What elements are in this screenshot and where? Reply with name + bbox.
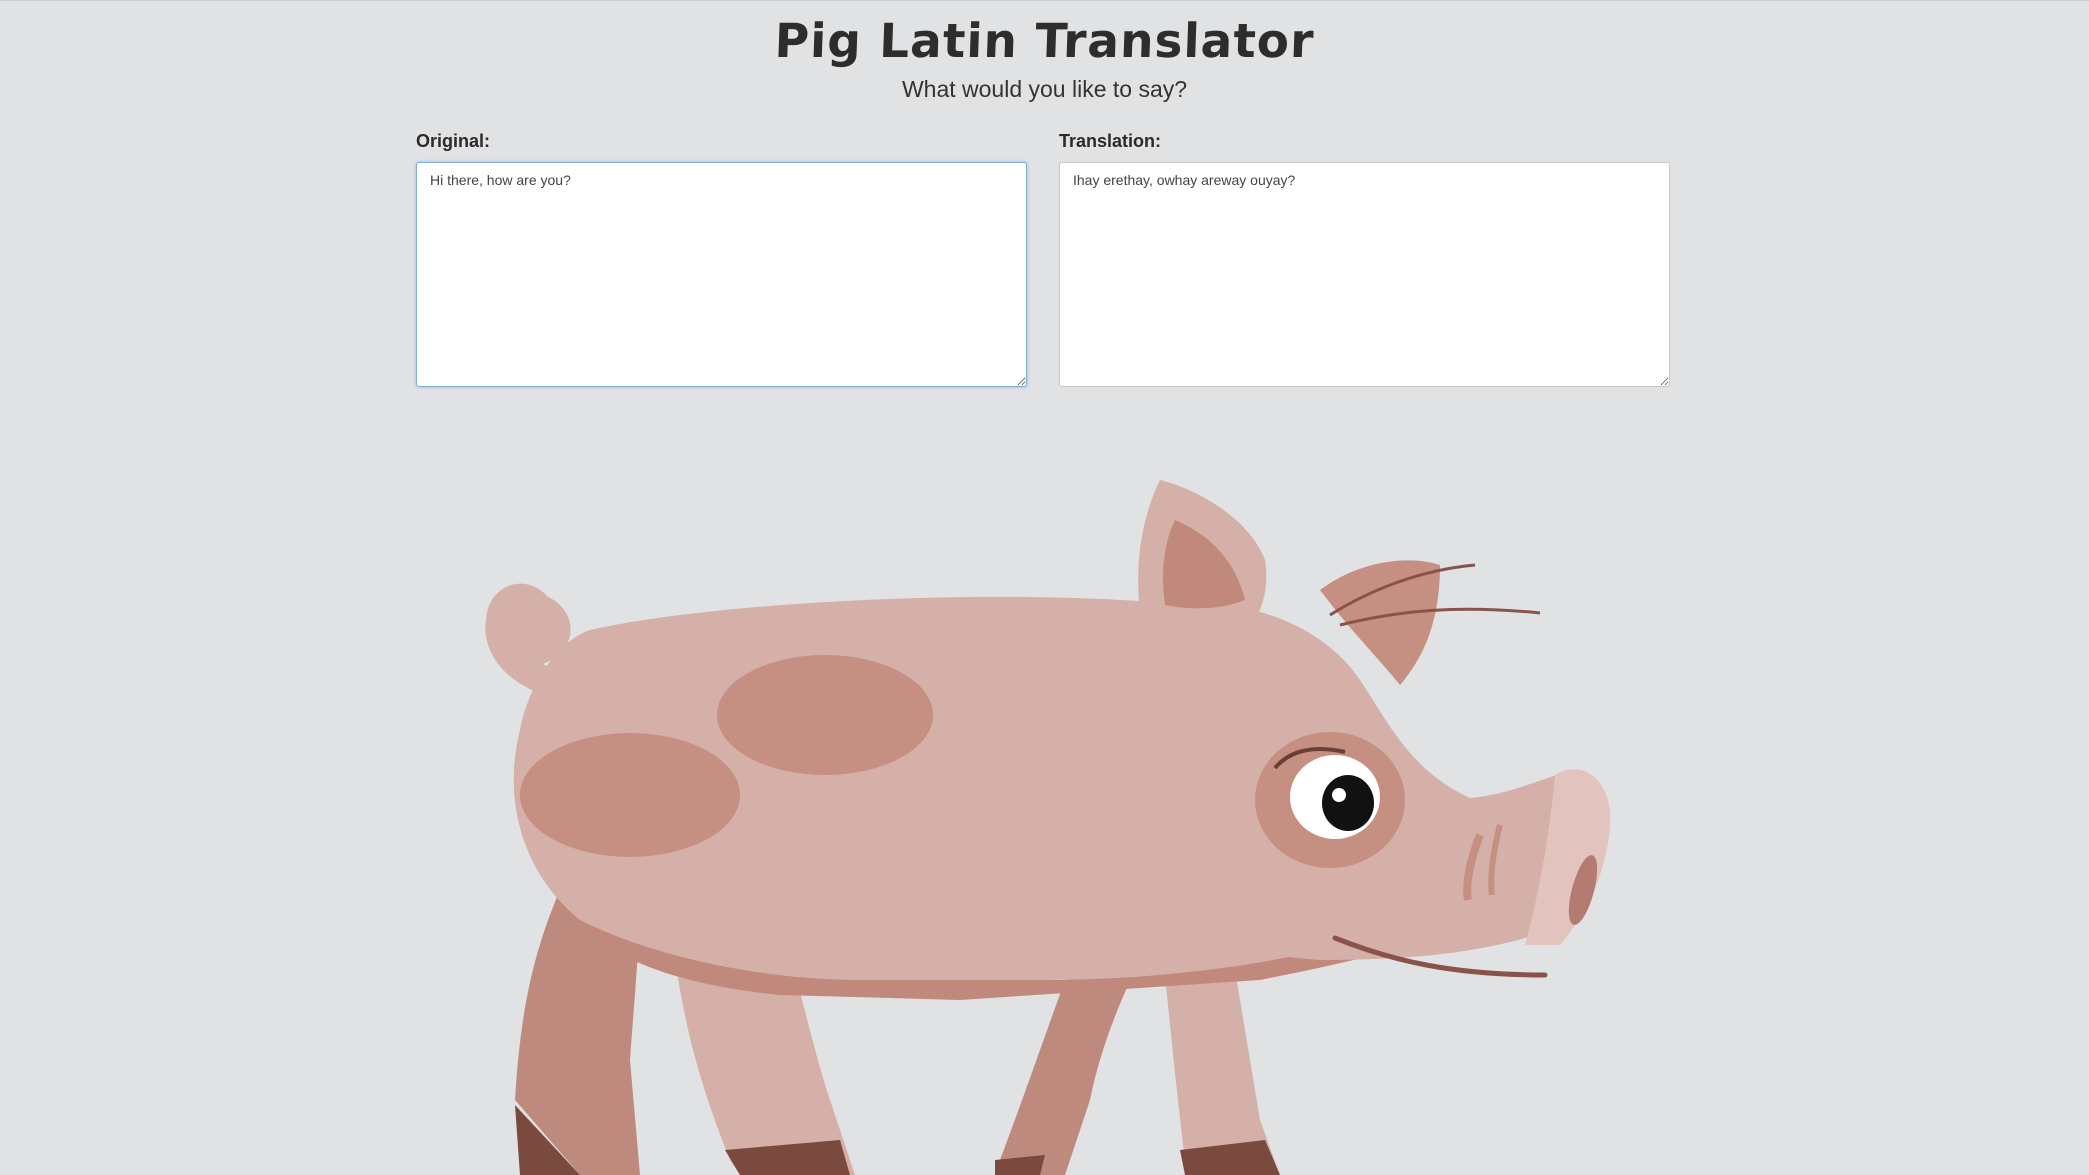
page-subtitle: What would you like to say? [901, 76, 1188, 102]
pig-eye-highlight [1332, 788, 1346, 802]
translation-label: Translation: [1059, 131, 1162, 151]
pig-eye-pupil [1322, 775, 1374, 831]
pig-spot-lower [520, 733, 740, 857]
original-textarea[interactable]: Hi there, how are you? [416, 162, 1027, 387]
pig-spot-upper [717, 655, 933, 775]
original-label: Original: [416, 131, 491, 151]
pig-illustration [485, 480, 1611, 1175]
top-border [0, 0, 2089, 1]
translation-textarea[interactable]: Ihay erethay, owhay areway ouyay? [1059, 162, 1670, 387]
page-title: Pig Latin Translator [773, 14, 1316, 69]
